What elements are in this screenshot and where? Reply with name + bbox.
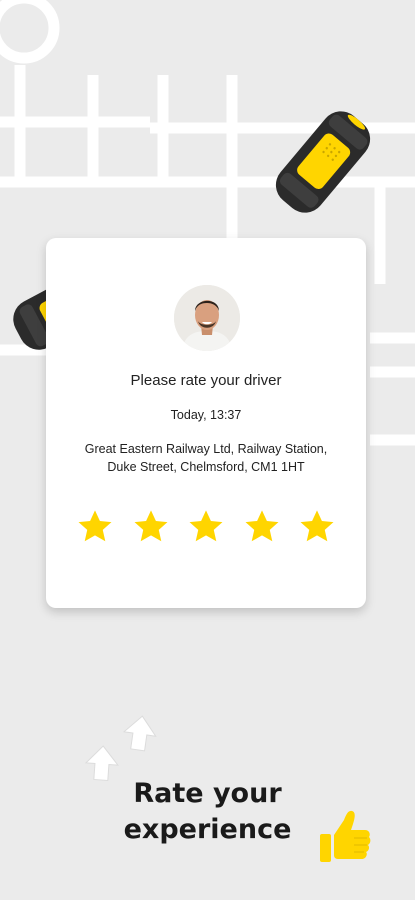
star-icon[interactable] bbox=[243, 508, 281, 546]
address-line-1: Great Eastern Railway Ltd, Railway Stati… bbox=[84, 442, 328, 456]
rating-card: Please rate your driver Today, 13:37 Gre… bbox=[46, 238, 366, 608]
star-icon[interactable] bbox=[298, 508, 336, 546]
star-icon[interactable] bbox=[132, 508, 170, 546]
address-line-2: Duke Street, Chelmsford, CM1 1HT bbox=[107, 460, 305, 474]
star-rating bbox=[76, 508, 336, 546]
ride-time: Today, 13:37 bbox=[170, 408, 242, 422]
taxi-car-top-right bbox=[275, 111, 371, 213]
thumbs-up-icon bbox=[320, 810, 371, 862]
headline-line-1: Rate your bbox=[133, 778, 282, 809]
star-icon[interactable] bbox=[76, 508, 114, 546]
card-title: Please rate your driver bbox=[130, 372, 282, 389]
driver-avatar bbox=[174, 285, 240, 351]
star-icon[interactable] bbox=[187, 508, 225, 546]
ride-address: Great Eastern Railway Ltd, Railway Stati… bbox=[58, 440, 354, 476]
